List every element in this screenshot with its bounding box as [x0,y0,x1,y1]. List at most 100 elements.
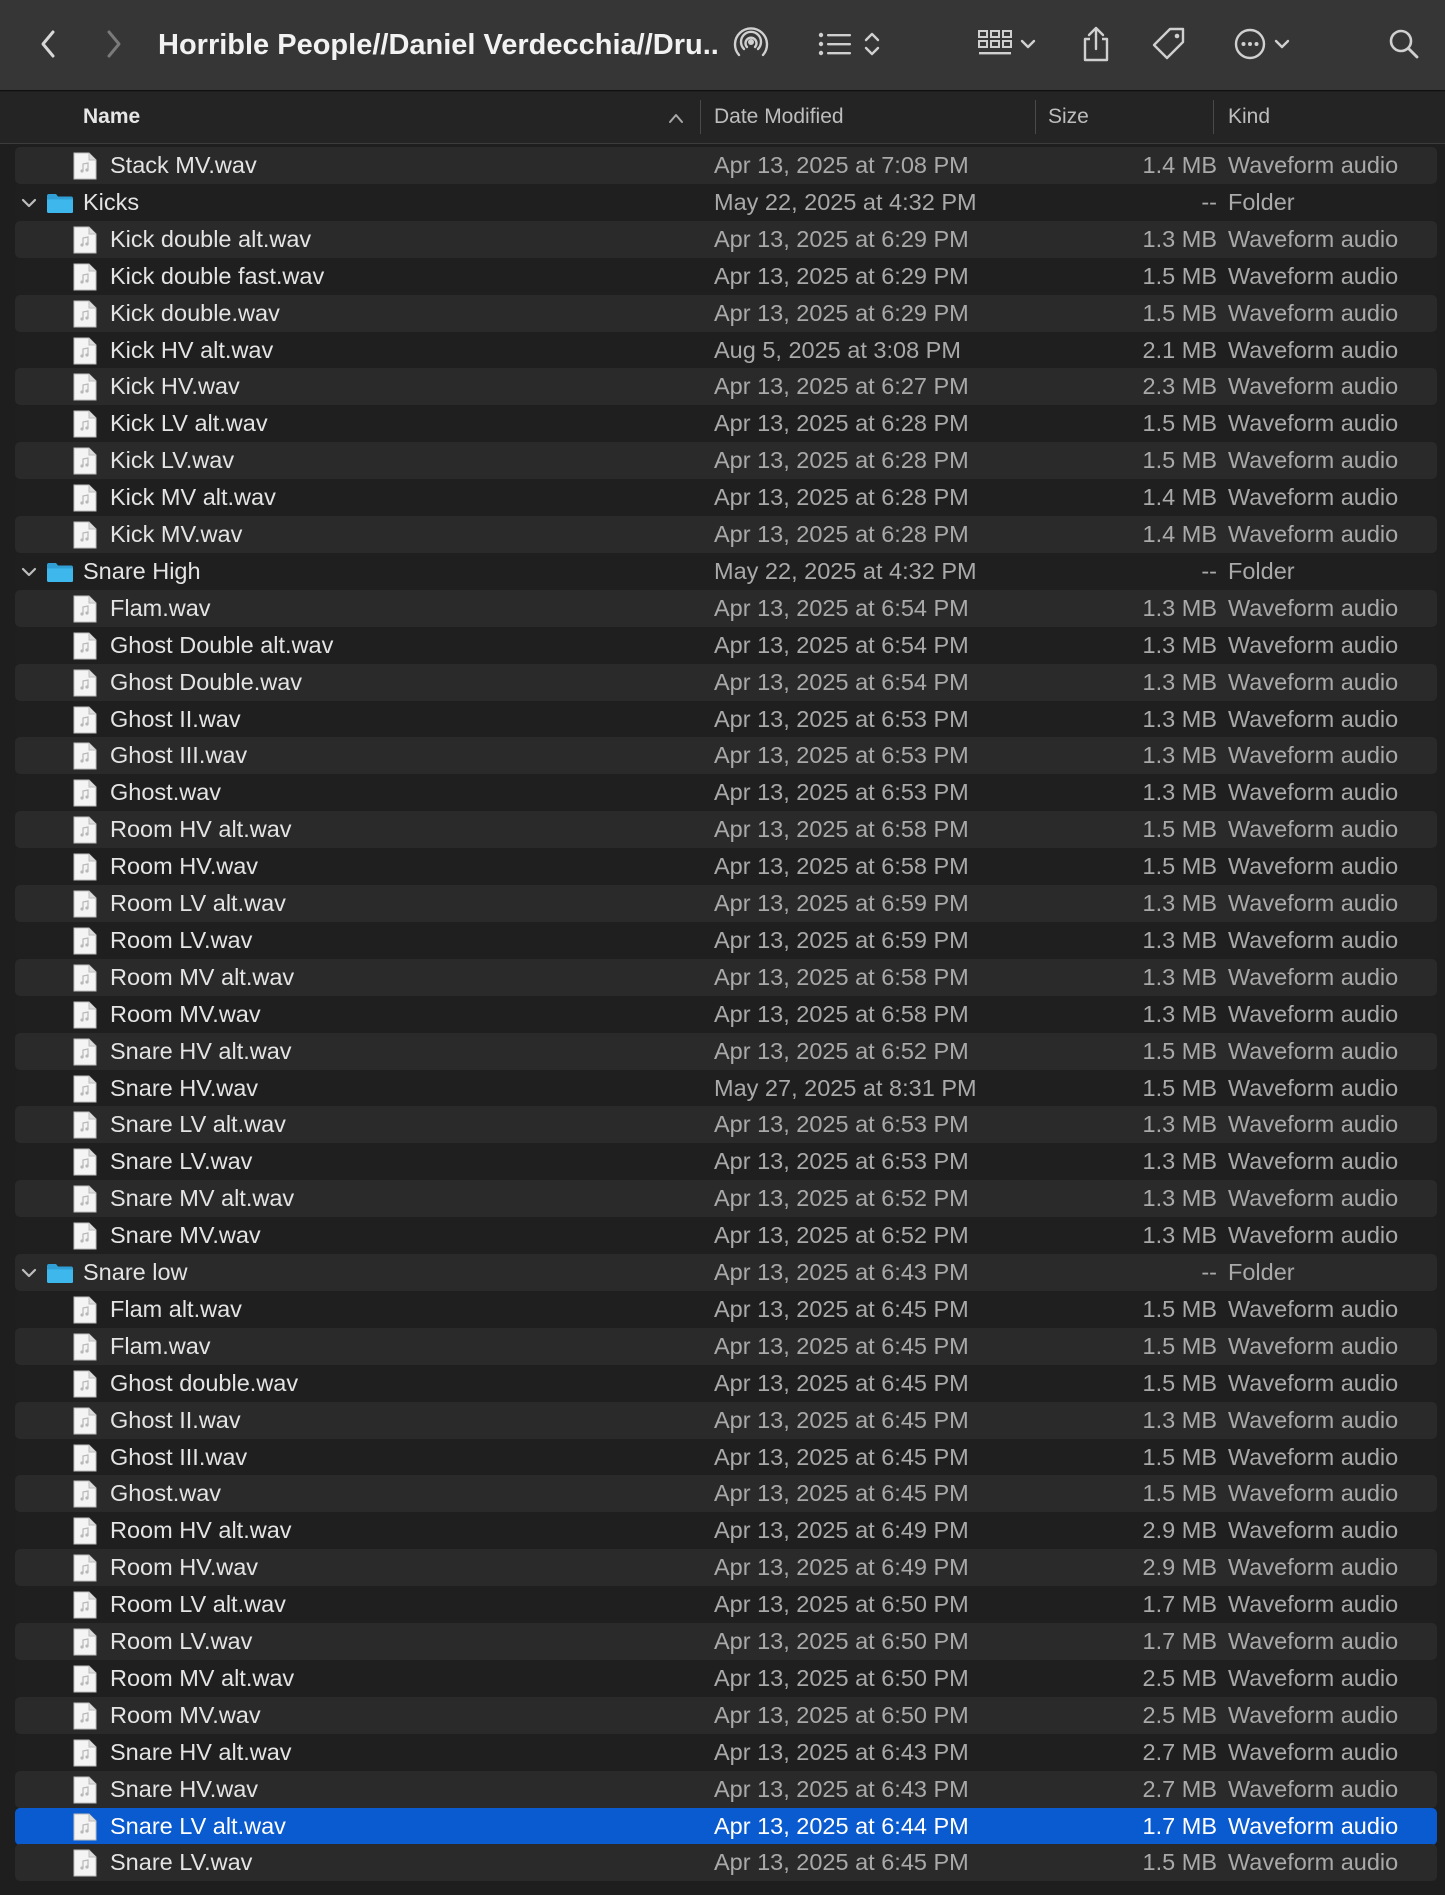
column-divider[interactable] [1213,100,1214,134]
row-date-modified: Apr 13, 2025 at 6:49 PM [714,1554,969,1581]
folder-row[interactable]: Snare High May 22, 2025 at 4:32 PM -- Folde… [15,552,1437,590]
row-size: 2.5 MB [1142,1664,1217,1691]
more-actions-button[interactable] [1228,14,1296,74]
row-kind: Waveform audio [1228,299,1399,326]
file-row[interactable]: Room LV alt.wav Apr 13, 2025 at 6:50 PM 1.… [15,1586,1437,1624]
sort-chevrons-icon [864,32,880,56]
column-name-header[interactable]: Name [83,92,683,144]
file-row[interactable]: Room MV.wav Apr 13, 2025 at 6:58 PM 1.3 MB… [15,995,1437,1033]
group-button[interactable] [972,14,1042,74]
chevron-down-icon [1274,39,1290,49]
disclosure-chevron-down-icon[interactable] [20,1264,38,1282]
file-row[interactable]: Kick LV alt.wav Apr 13, 2025 at 6:28 PM 1.… [15,405,1437,443]
file-row[interactable]: Room HV.wav Apr 13, 2025 at 6:49 PM 2.9 MB… [15,1549,1437,1587]
file-row[interactable]: Flam.wav Apr 13, 2025 at 6:54 PM 1.3 MB Wav… [15,589,1437,627]
file-row[interactable]: Ghost Double alt.wav Apr 13, 2025 at 6:54… [15,626,1437,664]
row-size: 1.5 MB [1142,1074,1217,1101]
row-size: -- [1201,188,1217,215]
file-list: Stack MV.wav Apr 13, 2025 at 7:08 PM 1.4 M… [0,144,1445,1895]
row-size: 2.1 MB [1142,336,1217,363]
audio-file-icon [73,816,97,844]
row-size: 1.4 MB [1142,152,1217,178]
column-date-header[interactable]: Date Modified [714,92,1034,144]
folder-row[interactable]: Kicks May 22, 2025 at 4:32 PM -- Folder [15,183,1437,221]
file-row[interactable]: Snare HV.wav May 27, 2025 at 8:31 PM 1.5 M… [15,1069,1437,1107]
file-row[interactable]: Snare LV.wav Apr 13, 2025 at 6:45 PM 1.5 M… [15,1844,1437,1882]
file-row[interactable]: Room MV alt.wav Apr 13, 2025 at 6:58 PM 1.… [15,958,1437,996]
column-size-header[interactable]: Size [1048,92,1208,144]
row-size: 1.4 MB [1142,484,1217,511]
file-row[interactable]: Kick HV alt.wav Aug 5, 2025 at 3:08 PM 2.1… [15,331,1437,369]
file-row[interactable]: Ghost.wav Apr 13, 2025 at 6:53 PM 1.3 MB Wa… [15,774,1437,812]
file-row[interactable]: Kick MV alt.wav Apr 13, 2025 at 6:28 PM 1.… [15,479,1437,517]
row-kind: Waveform audio [1228,262,1399,289]
row-name: Snare MV alt.wav [110,1185,295,1212]
audio-file-icon [73,706,97,733]
row-kind: Waveform audio [1228,1443,1399,1470]
file-row[interactable]: Snare MV.wav Apr 13, 2025 at 6:52 PM 1.3 M… [15,1217,1437,1255]
file-row[interactable]: Stack MV.wav Apr 13, 2025 at 7:08 PM 1.4 M… [15,147,1437,184]
file-row[interactable]: Ghost double.wav Apr 13, 2025 at 6:45 PM 1… [15,1364,1437,1402]
file-row[interactable]: Ghost.wav Apr 13, 2025 at 6:45 PM 1.5 MB Wa… [15,1475,1437,1513]
file-row[interactable]: Room HV alt.wav Apr 13, 2025 at 6:49 PM 2.… [15,1512,1437,1550]
folder-icon [47,1264,73,1283]
row-size: 1.3 MB [1142,926,1217,953]
forward-button[interactable] [96,14,132,74]
row-kind: Waveform audio [1228,225,1399,252]
file-row[interactable]: Snare HV.wav Apr 13, 2025 at 6:43 PM 2.7 M… [15,1770,1437,1808]
row-name: Snare LV alt.wav [110,1111,286,1138]
file-row[interactable]: Snare LV alt.wav Apr 13, 2025 at 6:53 PM 1… [15,1106,1437,1144]
tag-button[interactable] [1148,14,1190,74]
file-row[interactable]: Kick double.wav Apr 13, 2025 at 6:29 PM 1.… [15,294,1437,332]
file-row[interactable]: Room LV.wav Apr 13, 2025 at 6:50 PM 1.7 MB… [15,1623,1437,1660]
file-row[interactable]: Kick double fast.wav Apr 13, 2025 at 6:29… [15,257,1437,295]
file-row[interactable]: Ghost III.wav Apr 13, 2025 at 6:45 PM 1.5 … [15,1438,1437,1476]
file-row[interactable]: Room HV alt.wav Apr 13, 2025 at 6:58 PM 1.… [15,811,1437,849]
folder-icon [47,193,73,213]
column-kind-header[interactable]: Kind [1228,92,1428,144]
file-row[interactable]: Ghost II.wav Apr 13, 2025 at 6:53 PM 1.3 M… [15,700,1437,738]
row-name: Snare LV.wav [110,1849,253,1876]
file-row[interactable]: Snare HV alt.wav Apr 13, 2025 at 6:43 PM 2… [15,1733,1437,1771]
file-row[interactable]: Snare HV alt.wav Apr 13, 2025 at 6:52 PM 1… [15,1032,1437,1070]
file-row[interactable]: Ghost Double.wav Apr 13, 2025 at 6:54 PM 1… [15,663,1437,701]
file-row[interactable]: Flam alt.wav Apr 13, 2025 at 6:45 PM 1.5 M… [15,1290,1437,1328]
file-row[interactable]: Room LV.wav Apr 13, 2025 at 6:59 PM 1.3 MB… [15,921,1437,959]
share-button[interactable] [1076,14,1116,74]
disclosure-chevron-down-icon[interactable] [20,194,38,212]
column-divider[interactable] [1035,100,1036,134]
file-row[interactable]: Snare LV alt.wav Apr 13, 2025 at 6:44 PM 1… [15,1807,1437,1845]
file-row[interactable]: Kick LV.wav Apr 13, 2025 at 6:28 PM 1.5 MB… [15,442,1437,480]
file-row[interactable]: Room MV.wav Apr 13, 2025 at 6:50 PM 2.5 MB… [15,1696,1437,1734]
search-button[interactable] [1384,14,1424,74]
file-row[interactable]: Kick double alt.wav Apr 13, 2025 at 6:29 … [15,220,1437,258]
file-row[interactable]: Kick MV.wav Apr 13, 2025 at 6:28 PM 1.4 MB… [15,516,1437,553]
row-name: Ghost II.wav [110,705,241,732]
back-button[interactable] [30,14,66,74]
file-row[interactable]: Flam.wav Apr 13, 2025 at 6:45 PM 1.5 MB Wav… [15,1327,1437,1365]
row-kind: Folder [1228,188,1295,215]
file-row[interactable]: Ghost II.wav Apr 13, 2025 at 6:45 PM 1.3 M… [15,1401,1437,1439]
file-row[interactable]: Snare MV alt.wav Apr 13, 2025 at 6:52 PM 1… [15,1180,1437,1218]
airdrop-button[interactable] [728,14,774,74]
audio-file-icon [73,1296,97,1324]
file-row[interactable]: Room MV alt.wav Apr 13, 2025 at 6:50 PM 2.… [15,1659,1437,1697]
row-kind: Waveform audio [1228,705,1399,732]
view-options-button[interactable] [808,14,892,74]
column-header: Name Date Modified Size Kind [0,92,1445,144]
row-kind: Waveform audio [1228,1111,1399,1138]
back-icon [41,30,55,58]
row-name: Room LV alt.wav [110,1591,286,1618]
file-row[interactable]: Kick HV.wav Apr 13, 2025 at 6:27 PM 2.3 MB… [15,368,1437,406]
folder-row[interactable]: Snare low Apr 13, 2025 at 6:43 PM -- Folder [15,1254,1437,1291]
file-row[interactable]: Snare LV.wav Apr 13, 2025 at 6:53 PM 1.3 M… [15,1143,1437,1181]
row-name: Kick LV alt.wav [110,410,268,437]
file-row[interactable]: Room LV alt.wav Apr 13, 2025 at 6:59 PM 1.… [15,885,1437,922]
file-row[interactable]: Room HV.wav Apr 13, 2025 at 6:58 PM 1.5 MB… [15,848,1437,886]
column-divider[interactable] [700,100,701,134]
row-name: Snare HV alt.wav [110,1037,292,1064]
row-kind: Waveform audio [1228,853,1399,880]
disclosure-chevron-down-icon[interactable] [20,563,38,581]
file-row[interactable]: Ghost III.wav Apr 13, 2025 at 6:53 PM 1.3 … [15,737,1437,775]
row-size: 1.5 MB [1142,410,1217,437]
